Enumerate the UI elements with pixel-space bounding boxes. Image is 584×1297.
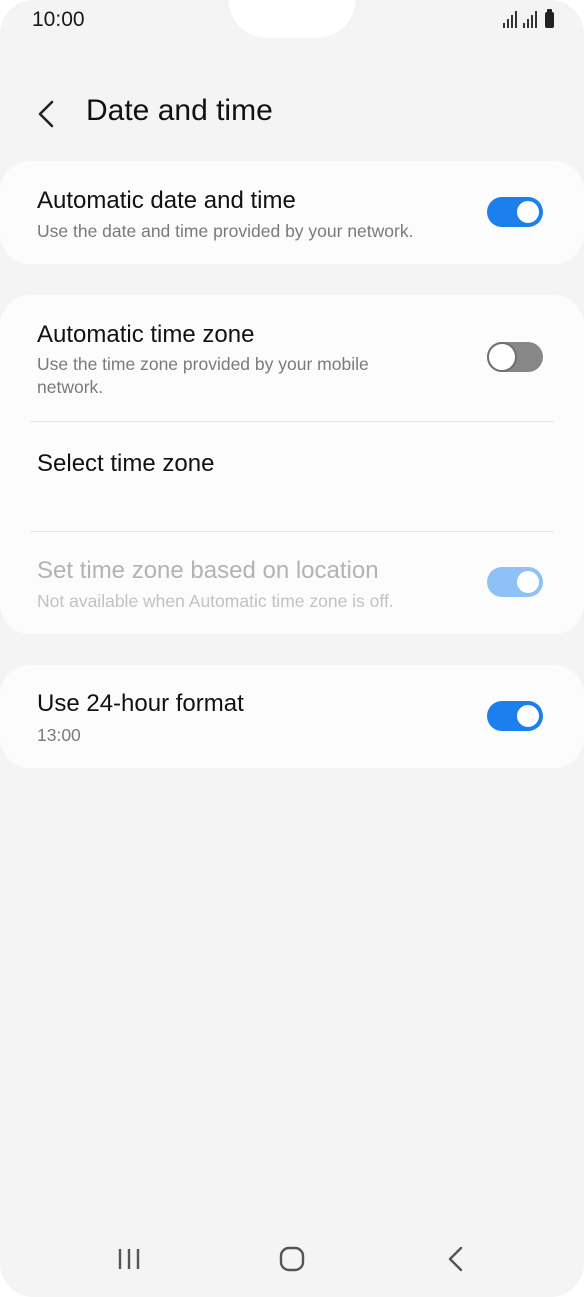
auto-date-time-subtitle: Use the date and time provided by your n… bbox=[37, 221, 414, 241]
hour-format-subtitle: 13:00 bbox=[37, 725, 81, 745]
header: Date and time bbox=[0, 88, 584, 140]
hour-format-title: Use 24-hour format bbox=[37, 690, 244, 717]
select-time-zone-title: Select time zone bbox=[37, 450, 215, 477]
hour-format-row[interactable]: Use 24-hour format 13:00 bbox=[0, 665, 584, 768]
location-time-zone-row: Set time zone based on location Not avai… bbox=[0, 532, 584, 634]
settings-card-format: Use 24-hour format 13:00 bbox=[0, 665, 584, 768]
home-button[interactable] bbox=[262, 1236, 322, 1282]
location-time-zone-toggle bbox=[487, 567, 543, 597]
recent-apps-icon bbox=[118, 1249, 140, 1269]
back-icon bbox=[448, 1246, 463, 1272]
select-time-zone-row[interactable]: Select time zone bbox=[0, 422, 584, 531]
battery-icon bbox=[545, 9, 554, 28]
auto-time-zone-row[interactable]: Automatic time zone Use the time zone pr… bbox=[0, 295, 584, 421]
signal-icon bbox=[503, 10, 517, 28]
page-title: Date and time bbox=[86, 94, 273, 127]
hour-format-toggle[interactable] bbox=[487, 701, 543, 731]
recent-apps-button[interactable] bbox=[99, 1236, 159, 1282]
status-time: 10:00 bbox=[32, 8, 85, 31]
settings-card-time-zone: Automatic time zone Use the time zone pr… bbox=[0, 295, 584, 634]
auto-time-zone-toggle[interactable] bbox=[487, 342, 543, 372]
settings-card-date-time: Automatic date and time Use the date and… bbox=[0, 161, 584, 264]
camera-notch bbox=[228, 0, 356, 38]
toggle-knob bbox=[487, 342, 517, 372]
toggle-knob bbox=[515, 199, 541, 225]
signal-icon bbox=[523, 10, 537, 28]
auto-date-time-row[interactable]: Automatic date and time Use the date and… bbox=[0, 161, 584, 264]
navigation-bar bbox=[0, 1236, 584, 1282]
auto-date-time-title: Automatic date and time bbox=[37, 187, 296, 214]
toggle-knob bbox=[515, 703, 541, 729]
location-time-zone-title: Set time zone based on location bbox=[37, 557, 379, 584]
phone-screen: 10:00 Date and time Automatic date and t… bbox=[0, 0, 584, 1297]
status-icons bbox=[503, 9, 554, 28]
auto-time-zone-title: Automatic time zone bbox=[37, 321, 255, 348]
auto-time-zone-subtitle: Use the time zone provided by your mobil… bbox=[37, 354, 369, 397]
location-time-zone-subtitle: Not available when Automatic time zone i… bbox=[37, 591, 394, 611]
auto-date-time-toggle[interactable] bbox=[487, 197, 543, 227]
chevron-left-icon bbox=[38, 100, 54, 128]
toggle-knob bbox=[515, 569, 541, 595]
back-button[interactable] bbox=[30, 92, 70, 136]
home-icon bbox=[279, 1246, 305, 1272]
nav-back-button[interactable] bbox=[426, 1236, 486, 1282]
